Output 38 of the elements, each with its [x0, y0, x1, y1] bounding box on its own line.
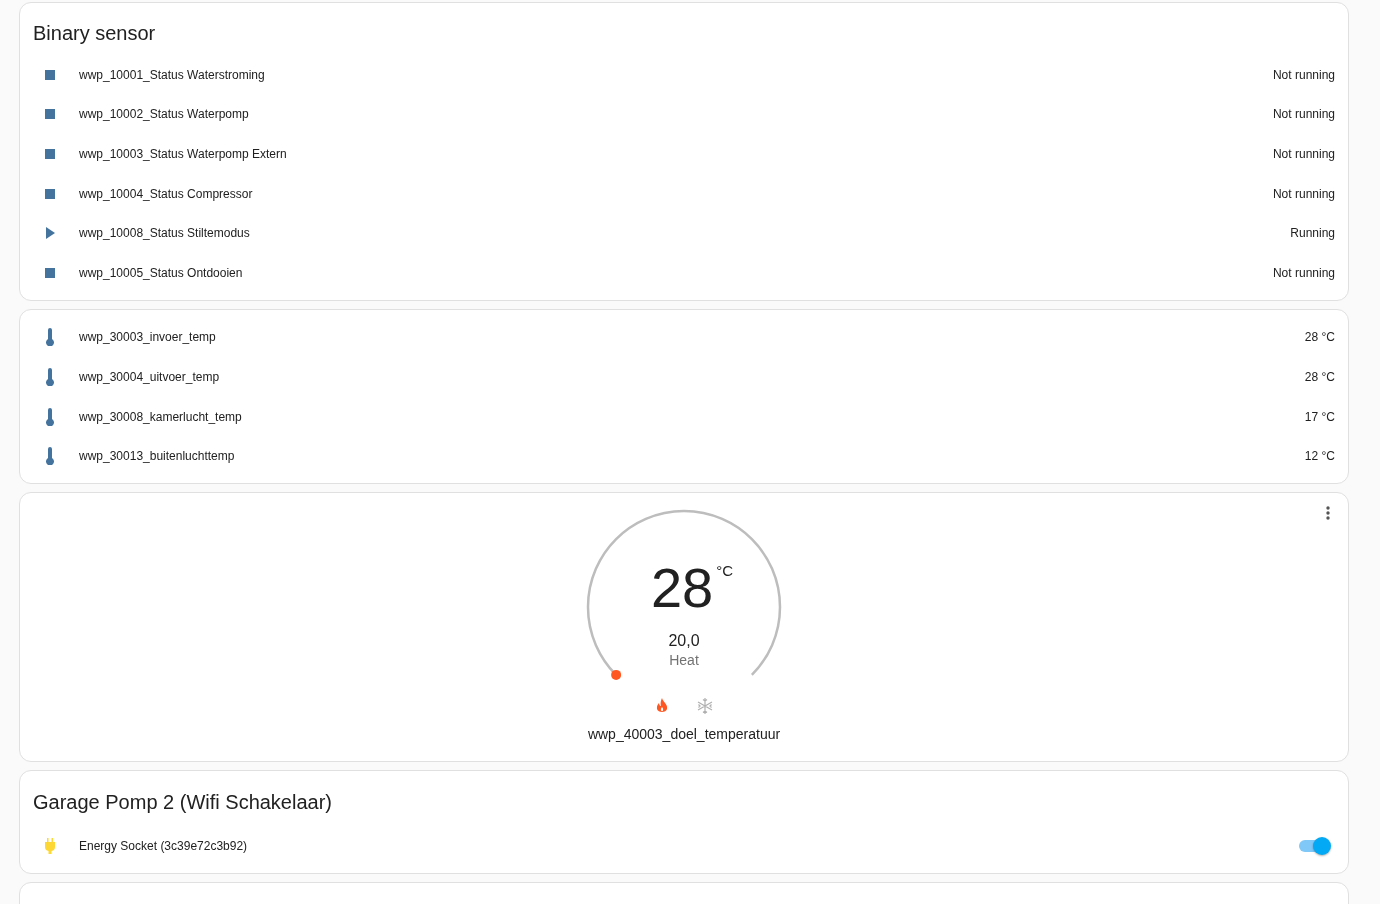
entity-name[interactable]: wwp_30003_invoer_temp: [79, 330, 1305, 345]
toggle-switch[interactable]: [1299, 839, 1329, 852]
thermometer-icon: [45, 407, 55, 426]
entity-name[interactable]: wwp_10005_Status Ontdooien: [79, 265, 1273, 280]
entity-state: Not running: [1272, 107, 1335, 122]
entity-value: 28 °C: [1304, 330, 1335, 345]
entity-state: Not running: [1272, 265, 1335, 280]
entity-name[interactable]: wwp_30013_buitenluchttemp: [79, 449, 1305, 464]
current-temperature: 28: [650, 559, 714, 616]
entity-name[interactable]: wwp_10008_Status Stiltemodus: [79, 226, 1291, 241]
entity-state: Not running: [1272, 67, 1335, 82]
entity-name[interactable]: Energy Socket (3c39e72c3b92): [79, 838, 1299, 853]
entity-state: Not running: [1272, 186, 1335, 201]
entity-name[interactable]: wwp_10004_Status Compressor: [79, 186, 1273, 201]
temperature-unit: °C: [716, 561, 734, 579]
thermometer-icon: [45, 328, 55, 347]
card-title: Binary sensor: [33, 21, 157, 46]
entity-value: 12 °C: [1304, 449, 1335, 464]
entity-name[interactable]: wwp_10003_Status Waterpomp Extern: [79, 147, 1273, 161]
more-options-icon[interactable]: [1326, 505, 1330, 520]
card-title: Garage Pomp 2 (Wifi Schakelaar): [33, 789, 333, 815]
entity-value: 17 °C: [1304, 409, 1335, 424]
entity-name[interactable]: wwp_30004_uitvoer_temp: [79, 369, 1305, 384]
thermometer-icon: [45, 447, 55, 466]
setpoint-handle[interactable]: [611, 669, 622, 680]
entity-state: Not running: [1272, 147, 1335, 161]
plug-icon: [44, 837, 56, 854]
entity-name[interactable]: wwp_10002_Status Waterpomp: [79, 107, 1273, 122]
thermostat-name: wwp_40003_doel_temperatuur: [587, 724, 781, 744]
mode-label: Heat: [669, 650, 699, 669]
entity-name[interactable]: wwp_30008_kamerlucht_temp: [79, 409, 1305, 424]
entity-name[interactable]: wwp_10001_Status Waterstroming: [79, 67, 1273, 82]
flame-icon[interactable]: [655, 697, 669, 714]
target-temperature: 20,0: [668, 630, 700, 651]
snowflake-icon[interactable]: [697, 697, 713, 714]
entity-value: 28 °C: [1304, 369, 1335, 384]
entity-state: Running: [1290, 226, 1335, 241]
thermometer-icon: [45, 367, 55, 386]
